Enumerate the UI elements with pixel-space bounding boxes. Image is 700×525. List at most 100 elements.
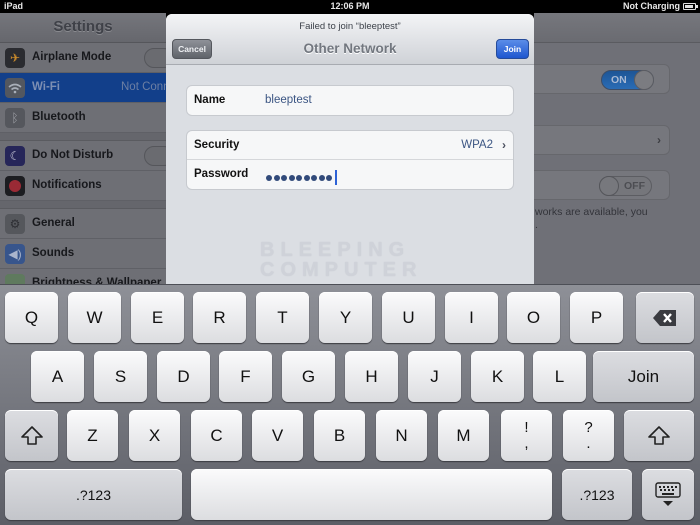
- password-dot: [326, 174, 332, 181]
- shift-key-right[interactable]: [624, 410, 694, 461]
- airplane-mode-toggle[interactable]: [144, 48, 166, 68]
- key-o[interactable]: O: [507, 292, 560, 343]
- key-v[interactable]: V: [252, 410, 303, 461]
- security-label: Security: [194, 139, 240, 151]
- key-d[interactable]: D: [157, 351, 210, 402]
- space-bar[interactable]: [191, 469, 552, 520]
- name-input[interactable]: bleeptest: [265, 94, 312, 106]
- question-period-key[interactable]: ?.: [563, 410, 614, 461]
- numbers-key-label: .?123: [579, 486, 615, 503]
- key-h[interactable]: H: [345, 351, 398, 402]
- wifi-icon: [5, 78, 25, 98]
- key-p[interactable]: P: [570, 292, 623, 343]
- numbers-key-left[interactable]: .?123: [5, 469, 182, 520]
- key-t[interactable]: T: [256, 292, 309, 343]
- sidebar-item-general[interactable]: ⚙ General: [0, 209, 166, 239]
- bluetooth-icon: ᛒ: [5, 108, 25, 128]
- cancel-button[interactable]: Cancel: [172, 39, 212, 59]
- key-l[interactable]: L: [533, 351, 586, 402]
- password-dot: [311, 174, 317, 181]
- key-label: U: [402, 307, 415, 327]
- note-line: works are available, you: [535, 206, 648, 218]
- password-input[interactable]: [266, 170, 337, 185]
- key-y[interactable]: Y: [319, 292, 372, 343]
- watermark-line: BLEEPING: [260, 239, 411, 261]
- key-x[interactable]: X: [129, 410, 180, 461]
- sidebar-item-wifi[interactable]: Wi-Fi Not Connected: [0, 73, 166, 103]
- numbers-key-right[interactable]: .?123: [562, 469, 632, 520]
- key-a[interactable]: A: [31, 351, 84, 402]
- dialog-header: Failed to join “bleeptest” Other Network…: [166, 14, 534, 65]
- error-prompt: Failed to join “bleeptest”: [299, 21, 401, 32]
- key-label: L: [554, 366, 565, 386]
- sidebar-item-airplane-mode[interactable]: ✈ Airplane Mode: [0, 43, 166, 73]
- key-f[interactable]: F: [219, 351, 272, 402]
- clock: 12:06 PM: [330, 1, 370, 11]
- key-n[interactable]: N: [376, 410, 427, 461]
- dismiss-keyboard-key[interactable]: [642, 469, 694, 520]
- backspace-icon: [653, 309, 676, 326]
- battery-status: Not Charging: [623, 1, 680, 11]
- shift-key-left[interactable]: [5, 410, 58, 461]
- key-g[interactable]: G: [282, 351, 335, 402]
- key-z[interactable]: Z: [67, 410, 118, 461]
- keyboard-dismiss-icon: [655, 481, 681, 506]
- ask-to-join-toggle[interactable]: OFF: [599, 176, 652, 196]
- do-not-disturb-toggle[interactable]: [144, 146, 166, 166]
- key-label: Z: [87, 425, 98, 445]
- password-field[interactable]: Password: [187, 160, 513, 189]
- key-label: S: [114, 366, 127, 386]
- key-top-label: ?: [584, 418, 593, 436]
- key-label: H: [365, 366, 378, 386]
- key-r[interactable]: R: [193, 292, 246, 343]
- key-s[interactable]: S: [94, 351, 147, 402]
- watermark-line: COMPUTER: [260, 259, 423, 281]
- key-j[interactable]: J: [408, 351, 461, 402]
- key-bottom-label: ,: [524, 434, 529, 452]
- key-q[interactable]: Q: [5, 292, 58, 343]
- speaker-icon: ◀): [5, 244, 25, 264]
- wifi-toggle[interactable]: ON: [601, 70, 654, 90]
- password-dot: [296, 174, 302, 181]
- exclaim-comma-key[interactable]: !,: [501, 410, 552, 461]
- password-dot: [281, 174, 287, 181]
- key-label: K: [491, 366, 504, 386]
- key-i[interactable]: I: [445, 292, 498, 343]
- name-group: Name bleeptest: [186, 85, 514, 116]
- key-label: O: [526, 307, 541, 327]
- key-w[interactable]: W: [68, 292, 121, 343]
- sidebar-item-notifications[interactable]: Notifications: [0, 171, 166, 201]
- security-value: WPA2: [461, 139, 493, 151]
- join-key-label: Join: [627, 366, 660, 386]
- join-button[interactable]: Join: [496, 39, 529, 59]
- key-k[interactable]: K: [471, 351, 524, 402]
- settings-sidebar: Settings ✈ Airplane Mode Wi-Fi Not Conne…: [0, 13, 166, 285]
- credentials-group: Security WPA2 › Password: [186, 130, 514, 190]
- toggle-label: OFF: [624, 180, 645, 192]
- backspace-key[interactable]: [636, 292, 694, 343]
- key-top-label: !: [524, 418, 529, 436]
- password-dot: [288, 174, 295, 181]
- key-label: F: [240, 366, 251, 386]
- sidebar-item-sounds[interactable]: ◀) Sounds: [0, 239, 166, 269]
- sidebar-title: Settings: [53, 18, 113, 35]
- key-c[interactable]: C: [191, 410, 242, 461]
- sidebar-item-label: Sounds: [32, 247, 75, 259]
- join-key[interactable]: Join: [593, 351, 694, 402]
- network-row[interactable]: ›: [534, 125, 670, 155]
- sidebar-item-label: Bluetooth: [32, 111, 86, 123]
- sidebar-item-label: General: [32, 217, 75, 229]
- key-e[interactable]: E: [131, 292, 184, 343]
- name-field[interactable]: Name bleeptest: [187, 86, 513, 115]
- key-b[interactable]: B: [314, 410, 365, 461]
- key-m[interactable]: M: [438, 410, 489, 461]
- toggle-label: ON: [611, 74, 627, 86]
- key-u[interactable]: U: [382, 292, 435, 343]
- sidebar-item-bluetooth[interactable]: ᛒ Bluetooth: [0, 103, 166, 133]
- security-row[interactable]: Security WPA2 ›: [187, 131, 513, 160]
- sidebar-item-brightness-wallpaper[interactable]: Brightness & Wallpaper: [0, 269, 166, 285]
- sidebar-item-label: Airplane Mode: [32, 51, 112, 63]
- name-label: Name: [194, 94, 226, 106]
- sidebar-item-do-not-disturb[interactable]: ☾ Do Not Disturb: [0, 141, 166, 171]
- password-label: Password: [194, 168, 249, 180]
